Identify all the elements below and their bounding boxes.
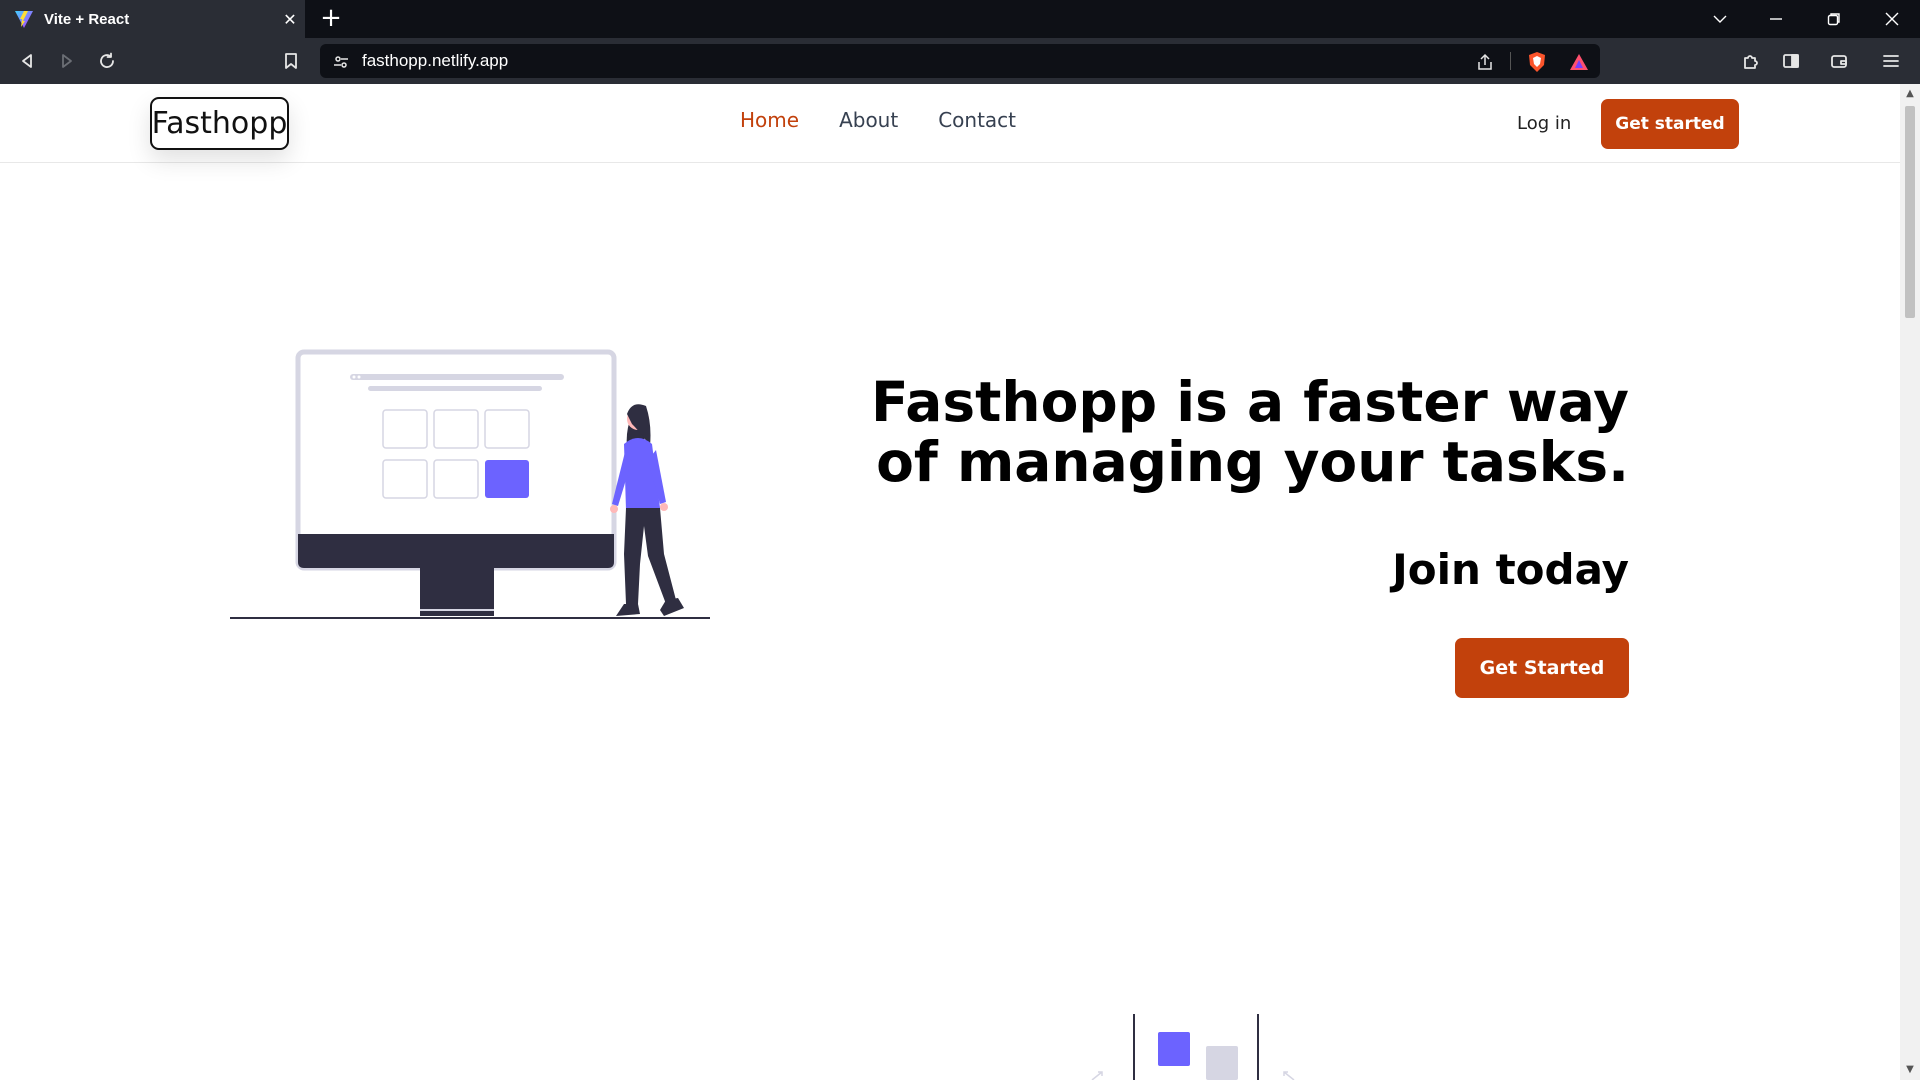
- minimize-icon[interactable]: [1748, 0, 1804, 38]
- screen-header-bar: [350, 374, 564, 380]
- browser-tab[interactable]: Vite + React ✕: [0, 0, 305, 38]
- puzzle-icon[interactable]: [1736, 46, 1766, 76]
- hamburger-menu-icon[interactable]: [1876, 46, 1906, 76]
- get-started-nav-button[interactable]: Get started: [1601, 99, 1739, 149]
- hero-title: Fasthopp is a faster way of managing you…: [870, 370, 1629, 494]
- screen-cell: [382, 459, 428, 499]
- scroll-thumb[interactable]: [1905, 106, 1915, 318]
- reload-icon[interactable]: [92, 46, 122, 76]
- tab-title: Vite + React: [44, 10, 130, 28]
- scroll-up-icon[interactable]: ▲: [1904, 88, 1916, 100]
- url-text[interactable]: fasthopp.netlify.app: [362, 51, 508, 71]
- address-bar-separator: [1510, 52, 1511, 70]
- nav-link-contact[interactable]: Contact: [938, 108, 1016, 132]
- back-arrow-icon[interactable]: [12, 46, 42, 76]
- brave-shield-icon[interactable]: [1526, 51, 1548, 73]
- close-window-icon[interactable]: [1864, 0, 1920, 38]
- screen-cell: [433, 459, 479, 499]
- site-navbar: Fasthopp Home About Contact Log in Get s…: [0, 84, 1900, 163]
- forward-arrow-icon[interactable]: [52, 46, 82, 76]
- login-link[interactable]: Log in: [1517, 113, 1571, 134]
- screen-cell: [484, 409, 530, 449]
- restore-icon[interactable]: [1806, 0, 1862, 38]
- new-tab-button[interactable]: +: [316, 5, 346, 33]
- sidebar-icon[interactable]: [1776, 46, 1806, 76]
- screen-cell: [433, 409, 479, 449]
- web-page: Fasthopp Home About Contact Log in Get s…: [0, 84, 1900, 1080]
- nav-link-home[interactable]: Home: [740, 108, 799, 132]
- hero-subtitle: Join today: [1392, 545, 1629, 594]
- share-icon[interactable]: [1474, 51, 1496, 73]
- site-settings-icon[interactable]: [330, 51, 352, 73]
- page-scrollbar[interactable]: ▲ ▼: [1900, 84, 1920, 1080]
- address-bar[interactable]: fasthopp.netlify.app: [320, 44, 1600, 78]
- vite-logo-icon: [15, 11, 33, 28]
- get-started-hero-button[interactable]: Get Started: [1455, 638, 1629, 698]
- hero-illustration: [230, 349, 710, 619]
- screen-cell: [382, 409, 428, 449]
- woman-figure: [610, 404, 684, 616]
- screen-cell-selected: [485, 460, 529, 498]
- nav-links: Home About Contact: [740, 108, 1016, 132]
- monitor-stand: [420, 568, 494, 616]
- browser-toolbar: fasthopp.netlify.app: [0, 38, 1920, 84]
- scroll-down-icon[interactable]: ▼: [1904, 1064, 1916, 1076]
- tab-list-dropdown-icon[interactable]: [1692, 0, 1748, 38]
- wallet-icon[interactable]: [1824, 46, 1854, 76]
- tab-close-icon[interactable]: ✕: [275, 10, 305, 29]
- monitor-chin: [298, 534, 614, 568]
- site-logo[interactable]: Fasthopp: [150, 97, 289, 150]
- screen-subheader-bar: [368, 386, 542, 391]
- brave-rewards-icon[interactable]: [1568, 51, 1590, 73]
- browser-tab-bar: Vite + React ✕ +: [0, 0, 1920, 38]
- bookmark-icon[interactable]: [276, 46, 306, 76]
- nav-link-about[interactable]: About: [839, 108, 898, 132]
- bottom-illustration: [1091, 1014, 1295, 1080]
